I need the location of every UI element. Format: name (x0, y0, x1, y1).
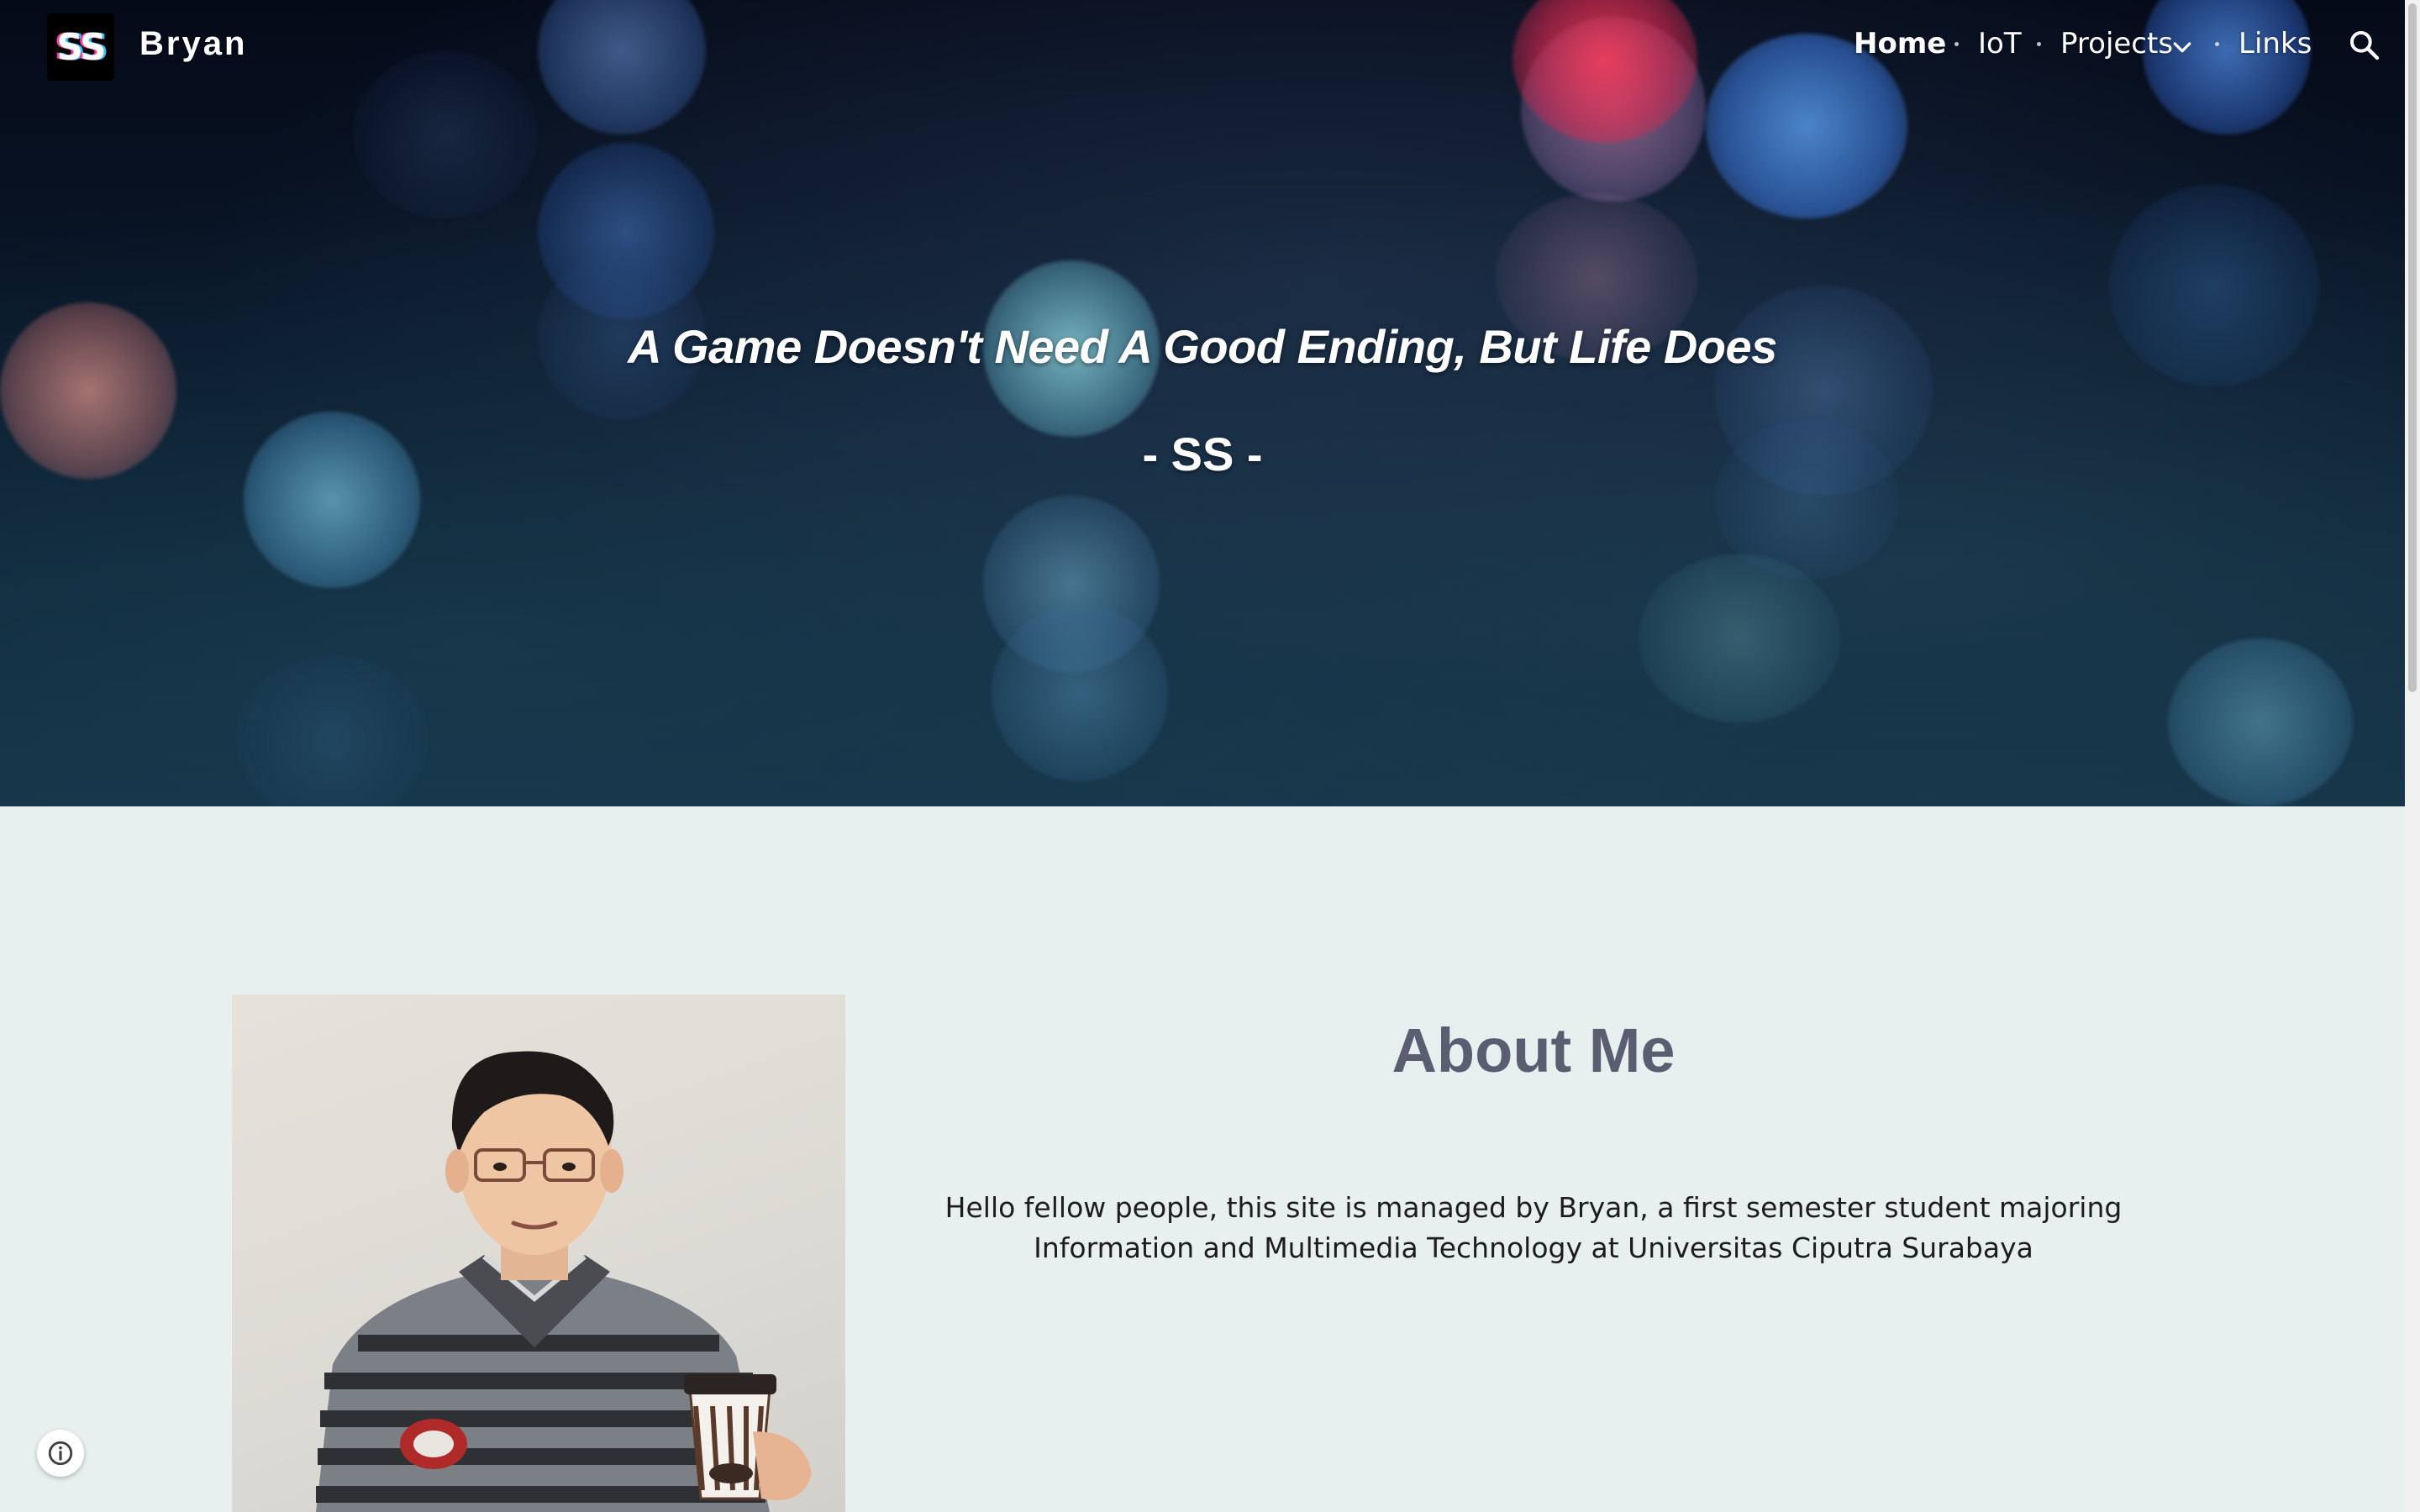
bokeh-light (1639, 554, 1840, 722)
bokeh-light (992, 605, 1168, 781)
nav-separator (1954, 42, 1959, 46)
site-name[interactable]: Bryan (139, 25, 247, 63)
bokeh-light (1706, 34, 1907, 218)
bokeh-light (2168, 638, 2353, 806)
nav-item-projects[interactable]: Projects (2060, 27, 2173, 60)
hero-quote: A Game Doesn't Need A Good Ending, But L… (628, 320, 1777, 373)
bokeh-light (235, 655, 429, 806)
about-description: Hello fellow people, this site is manage… (944, 1191, 2123, 1264)
site-logo[interactable]: SS (47, 13, 114, 81)
info-button[interactable] (37, 1430, 84, 1477)
bokeh-light (2143, 0, 2311, 134)
info-icon (48, 1441, 73, 1466)
scrollbar-thumb[interactable] (2408, 3, 2417, 692)
chevron-down-icon[interactable] (2170, 35, 2195, 60)
profile-photo (232, 995, 845, 1512)
nav-item-home[interactable]: Home (1854, 27, 1946, 60)
bokeh-light (353, 50, 538, 218)
bokeh-light (538, 0, 706, 134)
nav-separator (2215, 42, 2219, 46)
hero-signature: - SS - (1142, 428, 1263, 480)
logo-text: SS (56, 25, 106, 69)
search-icon[interactable] (2348, 29, 2381, 62)
hero-banner: A Game Doesn't Need A Good Ending, But L… (0, 0, 2405, 806)
nav-separator (2037, 42, 2041, 46)
nav-item-iot[interactable]: IoT (1978, 27, 2022, 60)
profile-photo-illustration (316, 1051, 812, 1512)
about-title: About Me (1392, 1016, 1676, 1085)
nav-item-links[interactable]: Links (2238, 27, 2312, 60)
